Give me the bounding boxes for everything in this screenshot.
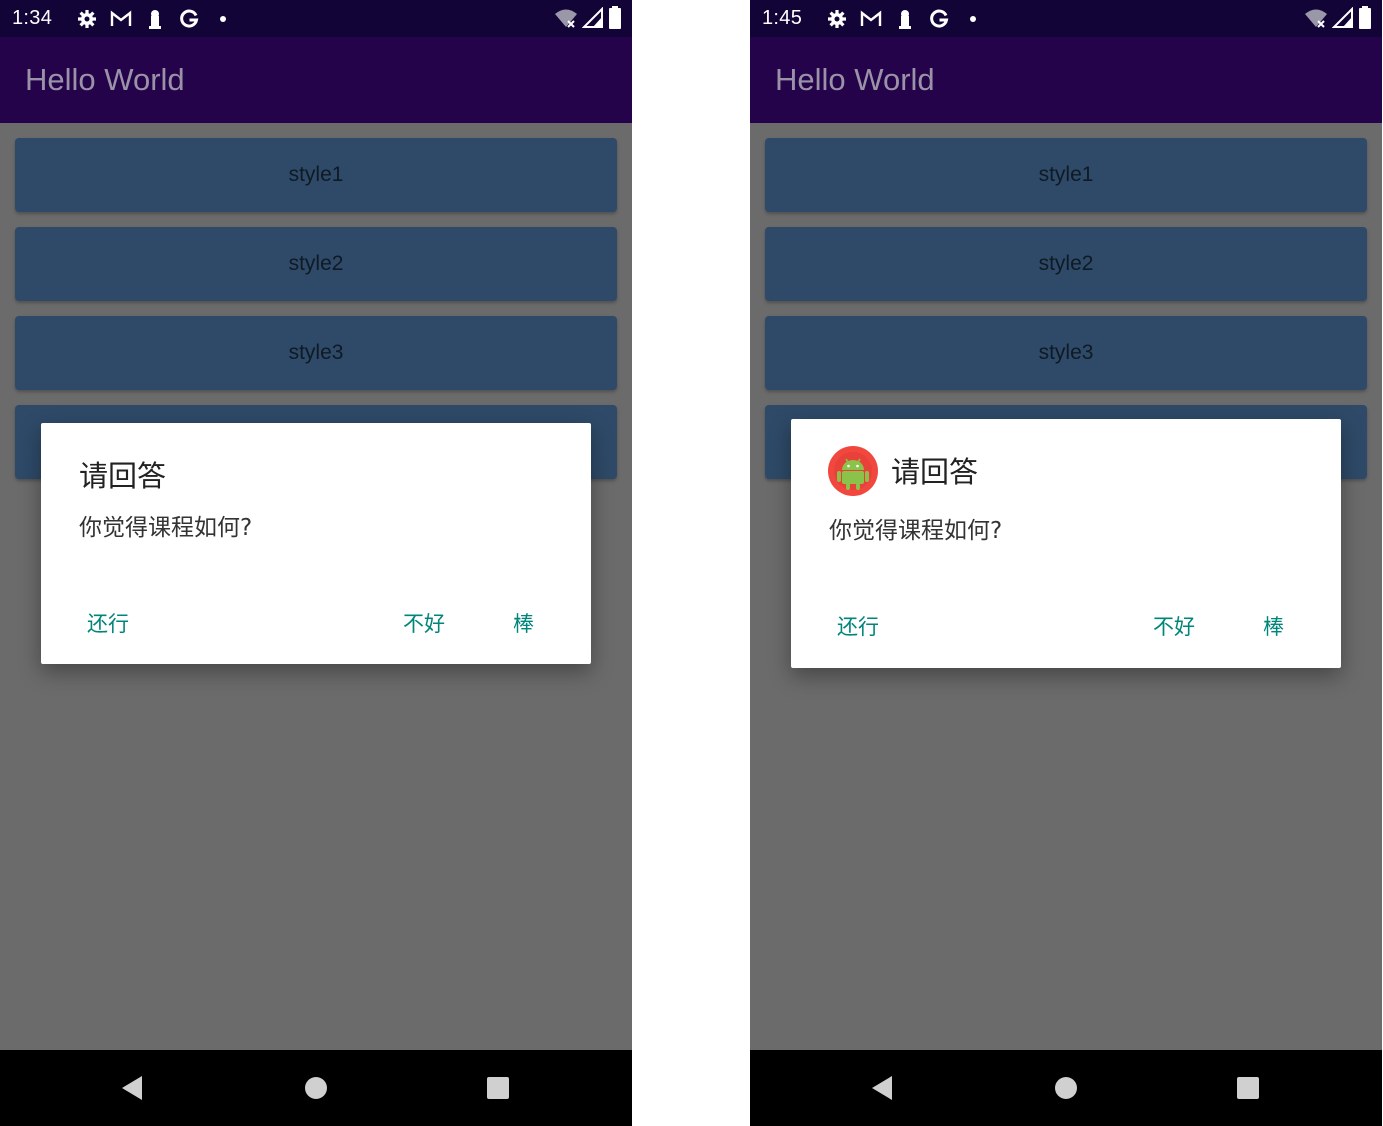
recents-icon[interactable]: [484, 1074, 512, 1102]
home-icon[interactable]: [302, 1074, 330, 1102]
dialog-negative-button[interactable]: 不好: [1147, 609, 1201, 643]
style1-button[interactable]: style1: [15, 138, 617, 212]
keyhole-icon: [138, 7, 172, 31]
status-bar: 1:34: [0, 0, 632, 37]
style1-button[interactable]: style1: [765, 138, 1367, 212]
app-title: Hello World: [775, 62, 935, 97]
phone-screen-left: 1:34 Hello World style1 style2 style3 请回…: [0, 0, 632, 1126]
nav-bar: [750, 1050, 1382, 1126]
recents-icon[interactable]: [1234, 1074, 1262, 1102]
status-time: 1:45: [762, 7, 803, 29]
keyhole-icon: [888, 7, 922, 31]
signal-icon: [582, 6, 604, 30]
signal-icon: [1332, 6, 1354, 30]
gmail-icon: [854, 7, 888, 31]
google-g-icon: [172, 7, 206, 31]
gmail-icon: [104, 7, 138, 31]
dialog-positive-button[interactable]: 棒: [507, 606, 540, 640]
back-icon[interactable]: [868, 1074, 896, 1102]
dialog-positive-button[interactable]: 棒: [1257, 609, 1290, 643]
dialog-message: 你觉得课程如何?: [79, 515, 253, 541]
style3-button[interactable]: style3: [15, 316, 617, 390]
dialog-title: 请回答: [891, 455, 979, 489]
app-bar: Hello World: [0, 37, 632, 123]
dialog-title: 请回答: [79, 459, 167, 493]
dot-icon: [206, 7, 240, 31]
gear-icon: [70, 7, 104, 31]
home-icon[interactable]: [1052, 1074, 1080, 1102]
alert-dialog: 请回答 你觉得课程如何? 还行 不好 棒: [41, 423, 591, 664]
status-time: 1:34: [12, 7, 53, 29]
app-bar: Hello World: [750, 37, 1382, 123]
dialog-message: 你觉得课程如何?: [829, 518, 1003, 544]
style2-button[interactable]: style2: [15, 227, 617, 301]
dialog-neutral-button[interactable]: 还行: [81, 606, 135, 640]
google-g-icon: [922, 7, 956, 31]
gear-icon: [820, 7, 854, 31]
dialog-neutral-button[interactable]: 还行: [831, 609, 885, 643]
nav-bar: [0, 1050, 632, 1126]
wifi-off-icon: [554, 6, 578, 30]
battery-icon: [608, 6, 622, 30]
style2-button[interactable]: style2: [765, 227, 1367, 301]
style3-button[interactable]: style3: [765, 316, 1367, 390]
alert-dialog: 请回答 你觉得课程如何? 还行 不好 棒: [791, 419, 1341, 668]
android-robot-icon: [828, 446, 878, 496]
back-icon[interactable]: [118, 1074, 146, 1102]
wifi-off-icon: [1304, 6, 1328, 30]
battery-icon: [1358, 6, 1372, 30]
app-title: Hello World: [25, 62, 185, 97]
phone-screen-right: 1:45 Hello World style1 style2 style3 请回…: [750, 0, 1382, 1126]
dot-icon: [956, 7, 990, 31]
dialog-negative-button[interactable]: 不好: [397, 606, 451, 640]
status-bar: 1:45: [750, 0, 1382, 37]
